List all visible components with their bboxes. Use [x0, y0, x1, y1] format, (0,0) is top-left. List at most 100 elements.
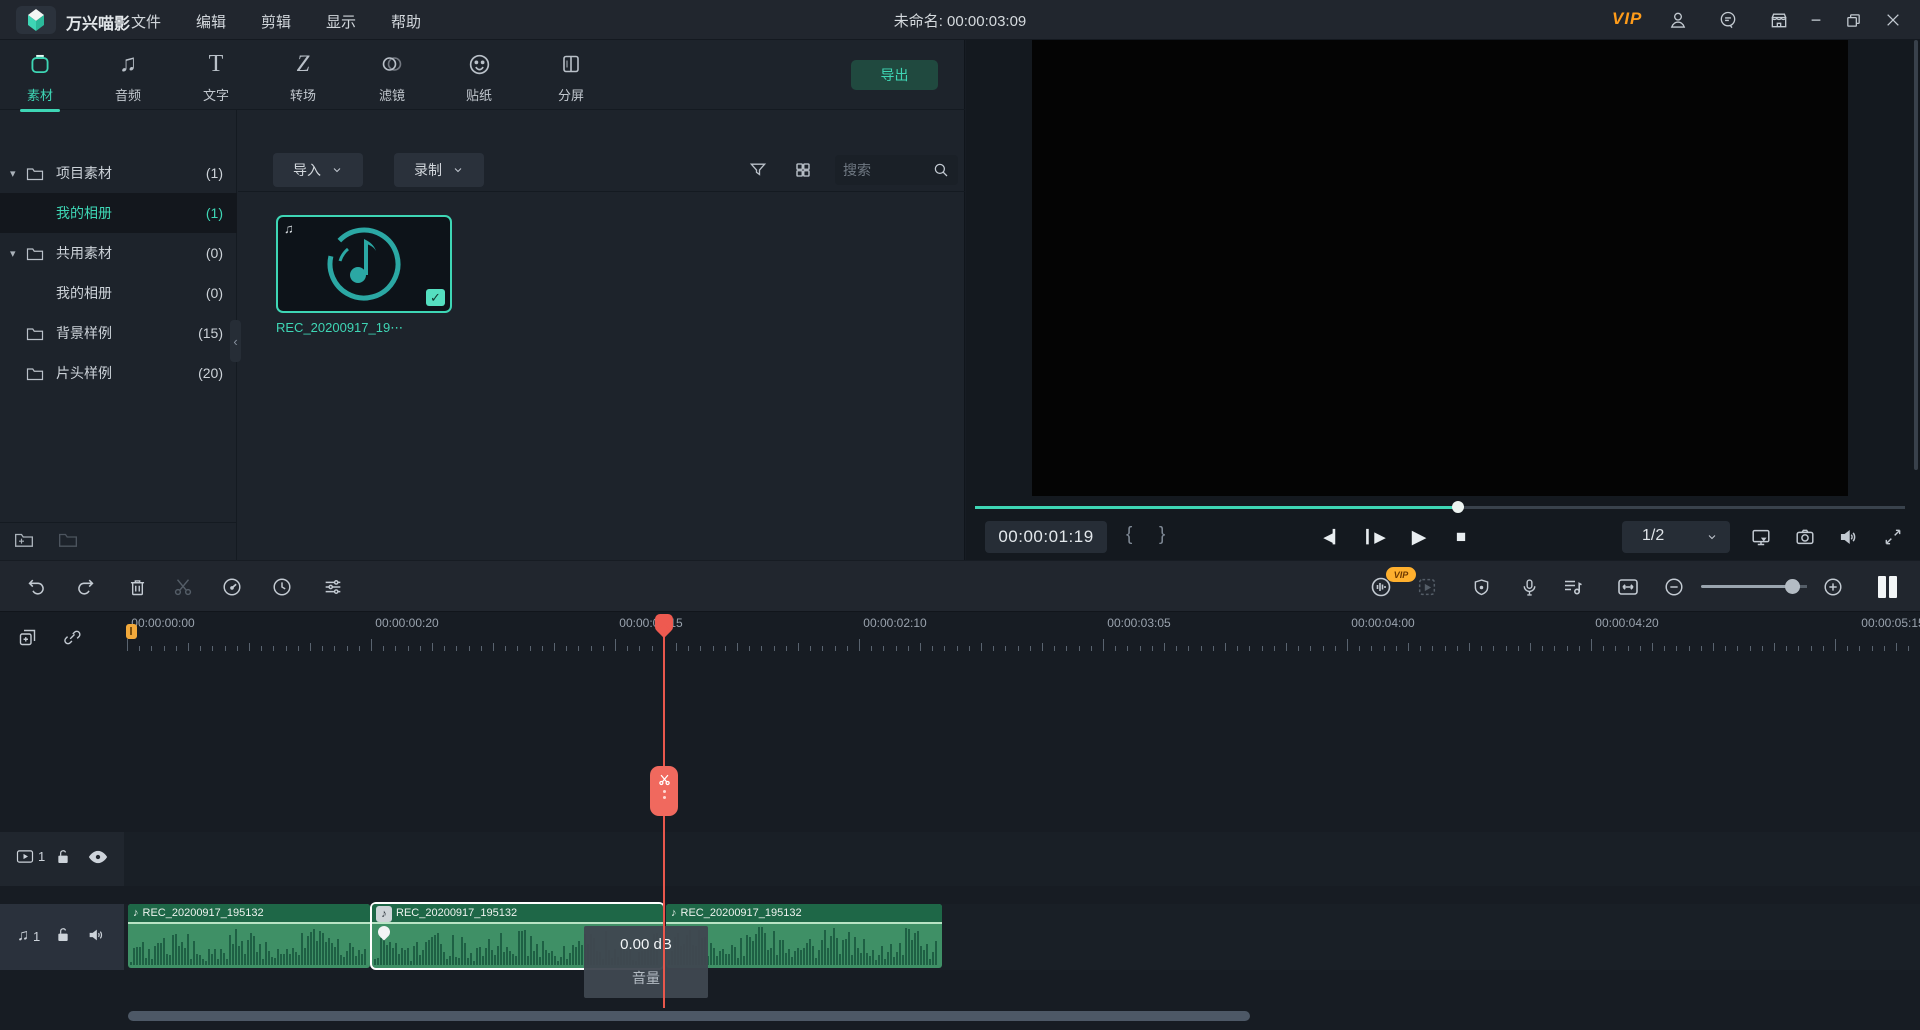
tree-item-background-samples[interactable]: 背景样例 (15): [0, 313, 237, 353]
waveform: [668, 927, 940, 965]
quick-split-scissors-button[interactable]: [650, 766, 678, 816]
video-lock-icon[interactable]: [55, 848, 71, 866]
tab-splitscreen[interactable]: 分屏: [539, 48, 603, 108]
zoom-in-button[interactable]: [1818, 572, 1848, 602]
tab-sticker[interactable]: 贴纸: [447, 48, 511, 108]
tab-filter[interactable]: 滤镜: [360, 48, 424, 108]
play-button[interactable]: ▶: [1404, 523, 1434, 551]
snapshot-camera-icon[interactable]: [1790, 523, 1820, 551]
delete-button[interactable]: [122, 572, 152, 602]
filter-circles-icon: [360, 48, 424, 80]
search-icon[interactable]: [932, 161, 950, 179]
render-preview-button[interactable]: [1412, 572, 1442, 602]
tree-item-shared-media[interactable]: ▾ 共用素材 (0): [0, 233, 237, 273]
redo-button[interactable]: [71, 572, 101, 602]
mark-shield-button[interactable]: [1466, 572, 1496, 602]
duration-button[interactable]: [267, 572, 297, 602]
minimize-button[interactable]: −: [1804, 8, 1828, 32]
zoom-slider-handle[interactable]: [1785, 579, 1800, 594]
mute-speaker-icon[interactable]: [1834, 523, 1864, 551]
tab-text[interactable]: T 文字: [184, 48, 248, 108]
search-input[interactable]: [843, 162, 932, 178]
previous-frame-button[interactable]: ◀▎: [1318, 523, 1348, 551]
undo-button[interactable]: [21, 572, 51, 602]
store-icon[interactable]: [1767, 8, 1791, 32]
filter-funnel-icon[interactable]: [748, 160, 768, 180]
split-scissors-button[interactable]: [168, 572, 198, 602]
ruler-ticks: [127, 638, 1920, 651]
video-track: 1: [0, 832, 1920, 886]
search-box: [835, 155, 958, 185]
zoom-out-button[interactable]: [1659, 572, 1689, 602]
adjust-settings-button[interactable]: [318, 572, 348, 602]
seek-progress: [975, 506, 1458, 509]
tab-media[interactable]: 素材: [8, 48, 72, 108]
music-note-icon: ♫: [96, 48, 160, 80]
audio-mixer-button[interactable]: [1558, 572, 1588, 602]
caret-down-icon[interactable]: ▾: [10, 247, 22, 260]
speed-button[interactable]: [217, 572, 247, 602]
audio-lock-icon[interactable]: [55, 926, 71, 944]
timeline-marker[interactable]: [126, 624, 137, 639]
library-tree: ▾ 项目素材 (1) 我的相册 (1) ▾ 共用素材 (0) 我的相册 (0): [0, 110, 237, 560]
timeline-area: 00:00:00:00 00:00:00:20 00:00:01:15 00:0…: [0, 612, 1920, 1030]
video-screen[interactable]: [1032, 40, 1848, 496]
application-window: 万兴喵影 文件 编辑 剪辑 显示 帮助 未命名: 00:00:03:09 VIP…: [0, 0, 1920, 1030]
video-track-icon: 1: [16, 849, 45, 864]
record-button[interactable]: 录制: [394, 153, 484, 187]
vip-feature-badge: VIP: [1386, 567, 1416, 582]
audio-track-header: ♫ 1: [0, 904, 124, 970]
folder-icon: [26, 366, 44, 381]
text-icon: T: [184, 48, 248, 80]
mark-out-icon[interactable]: }: [1159, 524, 1165, 546]
account-icon[interactable]: [1666, 8, 1690, 32]
selected-checkbox[interactable]: ✓: [426, 289, 445, 306]
tab-audio[interactable]: ♫ 音频: [96, 48, 160, 108]
export-button[interactable]: 导出: [851, 60, 938, 90]
media-item-audio[interactable]: ♫ ✓: [276, 215, 452, 313]
track-manager-button[interactable]: [1872, 572, 1902, 602]
mark-in-icon[interactable]: {: [1126, 524, 1132, 546]
restore-button[interactable]: [1841, 8, 1865, 32]
delete-folder-icon[interactable]: [58, 531, 78, 548]
preview-timecode: 00:00:01:19: [985, 521, 1107, 553]
preview-quality-select[interactable]: 1/2: [1622, 521, 1730, 553]
fit-timeline-button[interactable]: [1613, 572, 1643, 602]
close-button[interactable]: [1881, 8, 1905, 32]
timeline-toolbar: VIP: [0, 561, 1920, 612]
stop-button[interactable]: ■: [1446, 523, 1476, 551]
tab-transition[interactable]: Z 转场: [271, 48, 335, 108]
record-voiceover-button[interactable]: [1514, 572, 1544, 602]
folder-icon: [26, 246, 44, 261]
volume-value: 0.00 dB: [584, 936, 708, 953]
video-track-header: 1: [0, 832, 124, 886]
playhead-handle[interactable]: [655, 614, 673, 632]
seek-handle[interactable]: [1452, 501, 1464, 513]
timeline-zoom-slider[interactable]: [1701, 585, 1807, 588]
audio-mute-icon[interactable]: [88, 927, 106, 943]
timeline-scrollbar-thumb[interactable]: [128, 1011, 1250, 1021]
tree-item-my-album-shared[interactable]: 我的相册 (0): [0, 273, 237, 313]
media-bag-icon: [8, 48, 72, 80]
caret-down-icon[interactable]: ▾: [10, 167, 22, 180]
preview-scrollbar[interactable]: [1914, 40, 1918, 470]
folder-icon: [26, 326, 44, 341]
fullscreen-icon[interactable]: [1878, 523, 1908, 551]
seek-bar[interactable]: [975, 503, 1905, 511]
grid-view-icon[interactable]: [794, 161, 812, 179]
video-visibility-icon[interactable]: [88, 849, 108, 865]
media-tabbar: 素材 ♫ 音频 T 文字 Z 转场 滤镜: [0, 40, 965, 110]
tree-item-intro-samples[interactable]: 片头样例 (20): [0, 353, 237, 393]
clip-name: REC_20200917_195132: [396, 907, 517, 919]
next-frame-button[interactable]: ▎▶: [1361, 523, 1391, 551]
clip-name: REC_20200917_195132: [681, 907, 802, 919]
new-folder-icon[interactable]: [14, 531, 34, 548]
display-device-icon[interactable]: [1746, 523, 1776, 551]
vip-badge[interactable]: VIP: [1612, 9, 1642, 29]
feedback-icon[interactable]: [1716, 8, 1740, 32]
import-button[interactable]: 导入: [273, 153, 363, 187]
tree-item-my-album[interactable]: 我的相册 (1): [0, 193, 237, 233]
tree-item-project-media[interactable]: ▾ 项目素材 (1): [0, 153, 237, 193]
audio-clip-1[interactable]: ♪ REC_20200917_195132: [128, 904, 370, 968]
timeline-ruler[interactable]: 00:00:00:00 00:00:00:20 00:00:01:15 00:0…: [0, 612, 1920, 652]
